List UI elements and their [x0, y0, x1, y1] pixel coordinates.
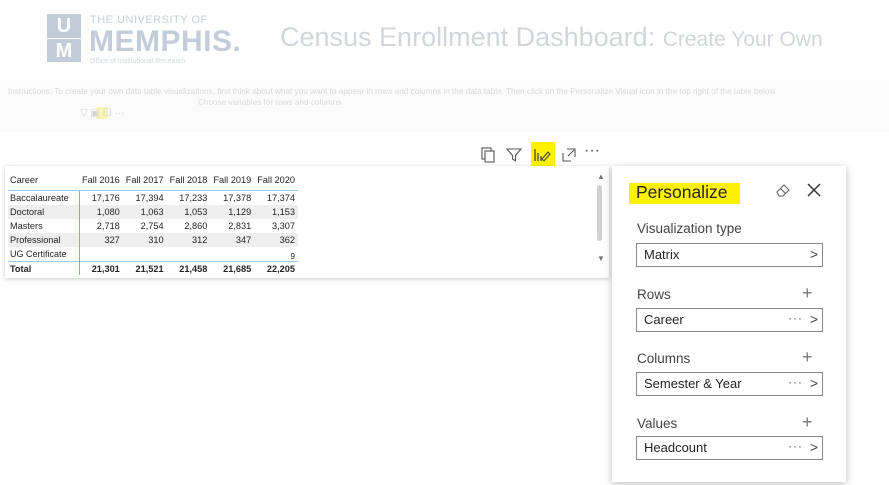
values-field-value: Headcount [644, 440, 707, 455]
table-row: Doctoral 1,080 1,063 1,053 1,129 1,153 [8, 205, 298, 219]
matrix-table: Career Fall 2016 Fall 2017 Fall 2018 Fal… [8, 170, 298, 275]
total-cell: 21,521 [122, 261, 167, 275]
chevron-right-icon[interactable]: > [810, 311, 818, 327]
visualization-type-value: Matrix [644, 247, 680, 262]
total-cell: 21,685 [210, 261, 255, 275]
reset-eraser-icon[interactable] [774, 181, 792, 199]
column-header-fall-2018[interactable]: Fall 2018 [166, 170, 211, 191]
total-cell: 21,458 [166, 261, 211, 275]
scroll-up-arrow-icon[interactable]: ▲ [597, 172, 605, 181]
more-options-icon[interactable]: ··· [788, 375, 803, 389]
table-cell: 2,718 [96, 221, 120, 231]
dashboard-title-suffix: Create Your Own [662, 28, 823, 51]
table-cell: 3,307 [271, 221, 295, 231]
values-label: Values [637, 416, 678, 431]
column-header-fall-2016[interactable]: Fall 2016 [79, 170, 123, 191]
table-cell: 17,233 [179, 193, 208, 203]
table-cell: 2,754 [140, 221, 164, 231]
table-cell: 17,394 [135, 193, 164, 203]
table-cell: 1,063 [122, 205, 167, 219]
instructions-choose-text: Choose variables for rows and columns. [198, 98, 344, 107]
table-row: Professional 327 310 312 347 362 [8, 233, 298, 247]
column-header-fall-2017[interactable]: Fall 2017 [122, 170, 167, 191]
table-cell: 327 [79, 233, 123, 247]
table-cell: 310 [122, 233, 167, 247]
table-cell: 347 [210, 233, 255, 247]
more-options-icon[interactable]: ··· [584, 142, 610, 162]
row-label: Doctoral [8, 205, 80, 219]
total-label: Total [8, 261, 80, 275]
columns-field-value: Semester & Year [644, 376, 742, 391]
visualization-type-label: Visualization type [637, 221, 742, 236]
row-label: Professional [8, 233, 80, 247]
table-cell [123, 247, 167, 262]
focus-mode-icon[interactable] [559, 145, 579, 165]
table-cell: 1,153 [254, 205, 298, 219]
table-cell [210, 247, 254, 262]
more-options-icon[interactable]: ··· [788, 439, 803, 453]
chevron-right-icon[interactable]: > [810, 375, 818, 391]
rows-field[interactable]: Career ··· > [636, 308, 823, 332]
total-row: Total 21,301 21,521 21,458 21,685 22,205 [8, 261, 298, 275]
table-row: Masters 2,718 2,754 2,860 2,831 3,307 [8, 219, 298, 233]
table-row: UG Certificate 9 [8, 247, 298, 262]
column-header-fall-2019[interactable]: Fall 2019 [210, 170, 255, 191]
total-cell: 21,301 [79, 261, 123, 275]
pane-title: Personalize [636, 182, 728, 202]
chevron-right-icon: > [809, 246, 818, 262]
filter-icon[interactable] [504, 145, 524, 165]
table-cell: 17,378 [223, 193, 252, 203]
table-cell [167, 247, 211, 262]
university-logo-mark: U M [47, 14, 81, 62]
table-cell: 1,129 [210, 205, 255, 219]
scroll-down-arrow-icon[interactable]: ▼ [597, 254, 605, 263]
column-header-fall-2020[interactable]: Fall 2020 [254, 170, 298, 191]
logo-university-name: MEMPHIS. [89, 25, 242, 58]
columns-field[interactable]: Semester & Year ··· > [636, 372, 823, 396]
dashboard-title-main: Census Enrollment Dashboard: [280, 22, 656, 52]
table-cell: 362 [254, 233, 298, 247]
column-header-career[interactable]: Career [8, 170, 79, 191]
table-cell: 17,176 [91, 193, 120, 203]
table-cell: 17,374 [266, 193, 295, 203]
row-label: Masters [8, 219, 80, 233]
more-options-icon[interactable]: ··· [788, 311, 803, 325]
add-row-plus-icon[interactable]: + [802, 284, 813, 302]
vertical-scrollbar[interactable] [597, 185, 602, 241]
table-cell: 2,831 [228, 221, 252, 231]
table-row: Baccalaureate 17,176 17,394 17,233 17,37… [8, 190, 298, 205]
visualization-type-select[interactable]: Matrix > [636, 243, 823, 267]
chevron-right-icon[interactable]: > [810, 439, 818, 455]
table-cell: 1,053 [166, 205, 211, 219]
values-field[interactable]: Headcount ··· > [636, 436, 823, 460]
rows-field-value: Career [644, 312, 684, 327]
visual-header-toolbar: ··· [474, 142, 610, 167]
instructions-text: Instructions: To create your own data ta… [8, 87, 778, 96]
instructions-icon-row: ▽ ▣ ☐ ··· [80, 108, 125, 119]
add-column-plus-icon[interactable]: + [802, 348, 813, 366]
logo-subtitle: Office of Institutional Research [90, 58, 186, 65]
dashboard-title: Census Enrollment Dashboard: Create Your… [280, 22, 823, 53]
rows-label: Rows [637, 287, 671, 302]
table-cell: 312 [166, 233, 211, 247]
add-value-plus-icon[interactable]: + [802, 413, 813, 431]
table-cell: 1,080 [79, 205, 123, 219]
personalize-visual-icon[interactable] [532, 145, 552, 165]
row-label: UG Certificate [8, 247, 80, 262]
columns-label: Columns [637, 351, 691, 366]
matrix-header-row: Career Fall 2016 Fall 2017 Fall 2018 Fal… [8, 170, 298, 191]
table-cell: 9 [290, 252, 295, 261]
copy-icon[interactable] [478, 145, 498, 165]
close-icon[interactable] [805, 181, 823, 199]
row-label: Baccalaureate [8, 190, 80, 205]
table-cell [79, 247, 123, 262]
table-cell: 2,860 [184, 221, 208, 231]
total-cell: 22,205 [254, 261, 298, 275]
